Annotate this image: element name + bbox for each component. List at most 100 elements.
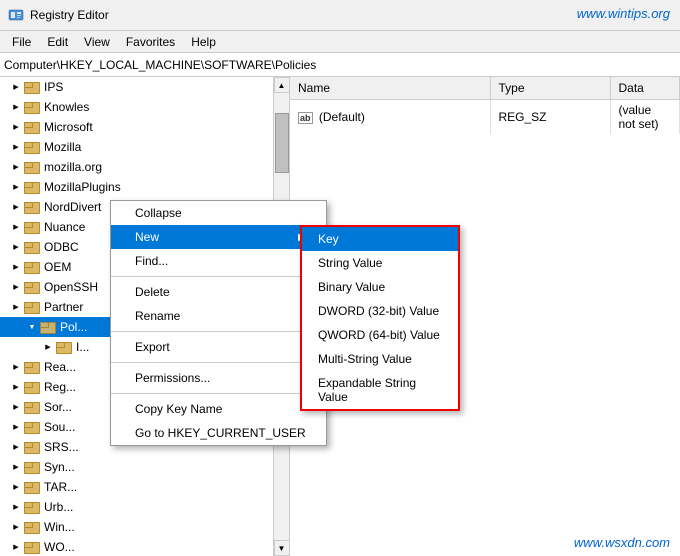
ctx-export[interactable]: Export — [111, 335, 326, 359]
ctx-find-label: Find... — [135, 254, 168, 268]
ctx-delete-label: Delete — [135, 285, 170, 299]
ctx-new[interactable]: New ▶ — [111, 225, 326, 249]
arrow-rea — [8, 359, 24, 375]
ctx-copy-key[interactable]: Copy Key Name — [111, 397, 326, 421]
cell-name: ab (Default) — [290, 99, 490, 134]
label-knowles: Knowles — [44, 100, 89, 114]
folder-icon-syn — [24, 460, 40, 474]
arrow-partner — [8, 299, 24, 315]
menu-view[interactable]: View — [76, 33, 118, 51]
app-icon — [8, 7, 24, 23]
label-openssh: OpenSSH — [44, 280, 98, 294]
submenu-binary-label: Binary Value — [318, 280, 385, 294]
col-header-name: Name — [290, 77, 490, 99]
tree-item-mozillaplugins[interactable]: MozillaPlugins — [0, 177, 274, 197]
title-bar: Registry Editor www.wintips.org — [0, 0, 680, 31]
ctx-find[interactable]: Find... — [111, 249, 326, 273]
ctx-new-label: New — [135, 230, 159, 244]
label-oem: OEM — [44, 260, 71, 274]
ctx-divider-2 — [111, 331, 326, 332]
ctx-new-wrapper: New ▶ Key String Value Binary Value DWOR… — [111, 225, 326, 249]
ctx-collapse-label: Collapse — [135, 206, 182, 220]
tree-item-ips[interactable]: IPS — [0, 77, 274, 97]
col-header-data: Data — [610, 77, 680, 99]
arrow-mozillaplugins — [8, 179, 24, 195]
ctx-permissions[interactable]: Permissions... — [111, 366, 326, 390]
folder-icon-wo — [24, 540, 40, 554]
scroll-thumb[interactable] — [275, 113, 289, 173]
folder-icon-mozillaorg — [24, 160, 40, 174]
tree-item-syn[interactable]: Syn... — [0, 457, 274, 477]
folder-icon-oem — [24, 260, 40, 274]
menu-help[interactable]: Help — [183, 33, 224, 51]
cell-name-text: (Default) — [319, 110, 365, 124]
menu-file[interactable]: File — [4, 33, 39, 51]
scroll-down-btn[interactable]: ▼ — [274, 540, 290, 556]
submenu-item-string[interactable]: String Value — [302, 251, 458, 275]
tree-item-knowles[interactable]: Knowles — [0, 97, 274, 117]
label-mozilla: Mozilla — [44, 140, 81, 154]
arrow-nuance — [8, 219, 24, 235]
ctx-collapse[interactable]: Collapse — [111, 201, 326, 225]
folder-icon-reg — [24, 380, 40, 394]
arrow-ips — [8, 79, 24, 95]
arrow-odbc — [8, 239, 24, 255]
table-row[interactable]: ab (Default) REG_SZ (value not set) — [290, 99, 680, 134]
label-srs: SRS... — [44, 440, 79, 454]
folder-icon-knowles — [24, 100, 40, 114]
ctx-delete[interactable]: Delete — [111, 280, 326, 304]
arrow-urb — [8, 499, 24, 515]
folder-icon-policies — [40, 320, 56, 334]
folder-icon-mozillaplugins — [24, 180, 40, 194]
label-nuance: Nuance — [44, 220, 85, 234]
label-ips: IPS — [44, 80, 63, 94]
folder-icon-tar — [24, 480, 40, 494]
ctx-divider-4 — [111, 393, 326, 394]
tree-item-tar[interactable]: TAR... — [0, 477, 274, 497]
label-rea: Rea... — [44, 360, 76, 374]
tree-item-urb[interactable]: Urb... — [0, 497, 274, 517]
label-sor: Sor... — [44, 400, 72, 414]
ctx-goto-hkcu[interactable]: Go to HKEY_CURRENT_USER — [111, 421, 326, 445]
ctx-export-label: Export — [135, 340, 170, 354]
submenu-item-binary[interactable]: Binary Value — [302, 275, 458, 299]
submenu-item-qword[interactable]: QWORD (64-bit) Value — [302, 323, 458, 347]
scroll-up-btn[interactable]: ▲ — [274, 77, 290, 93]
watermark2: www.wsxdn.com — [574, 535, 670, 550]
tree-item-wo[interactable]: WO... — [0, 537, 274, 556]
folder-icon-norddivert — [24, 200, 40, 214]
arrow-policies: ▼ — [24, 319, 40, 335]
tree-item-microsoft[interactable]: Microsoft — [0, 117, 274, 137]
arrow-wo — [8, 539, 24, 555]
folder-icon-rea — [24, 360, 40, 374]
submenu-expandable-label: Expandable String Value — [318, 376, 416, 404]
folder-icon-sub1 — [56, 340, 72, 354]
submenu-item-dword[interactable]: DWORD (32-bit) Value — [302, 299, 458, 323]
submenu-item-multistring[interactable]: Multi-String Value — [302, 347, 458, 371]
folder-icon-ips — [24, 80, 40, 94]
arrow-openssh — [8, 279, 24, 295]
menu-favorites[interactable]: Favorites — [118, 33, 183, 51]
arrow-sub1 — [40, 339, 56, 355]
ctx-rename-label: Rename — [135, 309, 180, 323]
label-mozillaplugins: MozillaPlugins — [44, 180, 121, 194]
tree-item-win[interactable]: Win... — [0, 517, 274, 537]
label-mozillaorg: mozilla.org — [44, 160, 102, 174]
arrow-win — [8, 519, 24, 535]
ctx-divider-3 — [111, 362, 326, 363]
arrow-srs — [8, 439, 24, 455]
submenu-item-key[interactable]: Key — [302, 227, 458, 251]
tree-item-mozilla[interactable]: Mozilla — [0, 137, 274, 157]
tree-item-mozillaorg[interactable]: mozilla.org — [0, 157, 274, 177]
menu-edit[interactable]: Edit — [39, 33, 76, 51]
submenu-item-expandable[interactable]: Expandable String Value — [302, 371, 458, 409]
folder-icon-nuance — [24, 220, 40, 234]
title-text: Registry Editor — [30, 8, 109, 22]
context-menu: Collapse New ▶ Key String Value Binary V… — [110, 200, 327, 446]
arrow-tar — [8, 479, 24, 495]
address-bar: Computer\HKEY_LOCAL_MACHINE\SOFTWARE\Pol… — [0, 53, 680, 77]
folder-icon-partner — [24, 300, 40, 314]
ctx-rename[interactable]: Rename — [111, 304, 326, 328]
label-urb: Urb... — [44, 500, 73, 514]
arrow-mozilla — [8, 139, 24, 155]
